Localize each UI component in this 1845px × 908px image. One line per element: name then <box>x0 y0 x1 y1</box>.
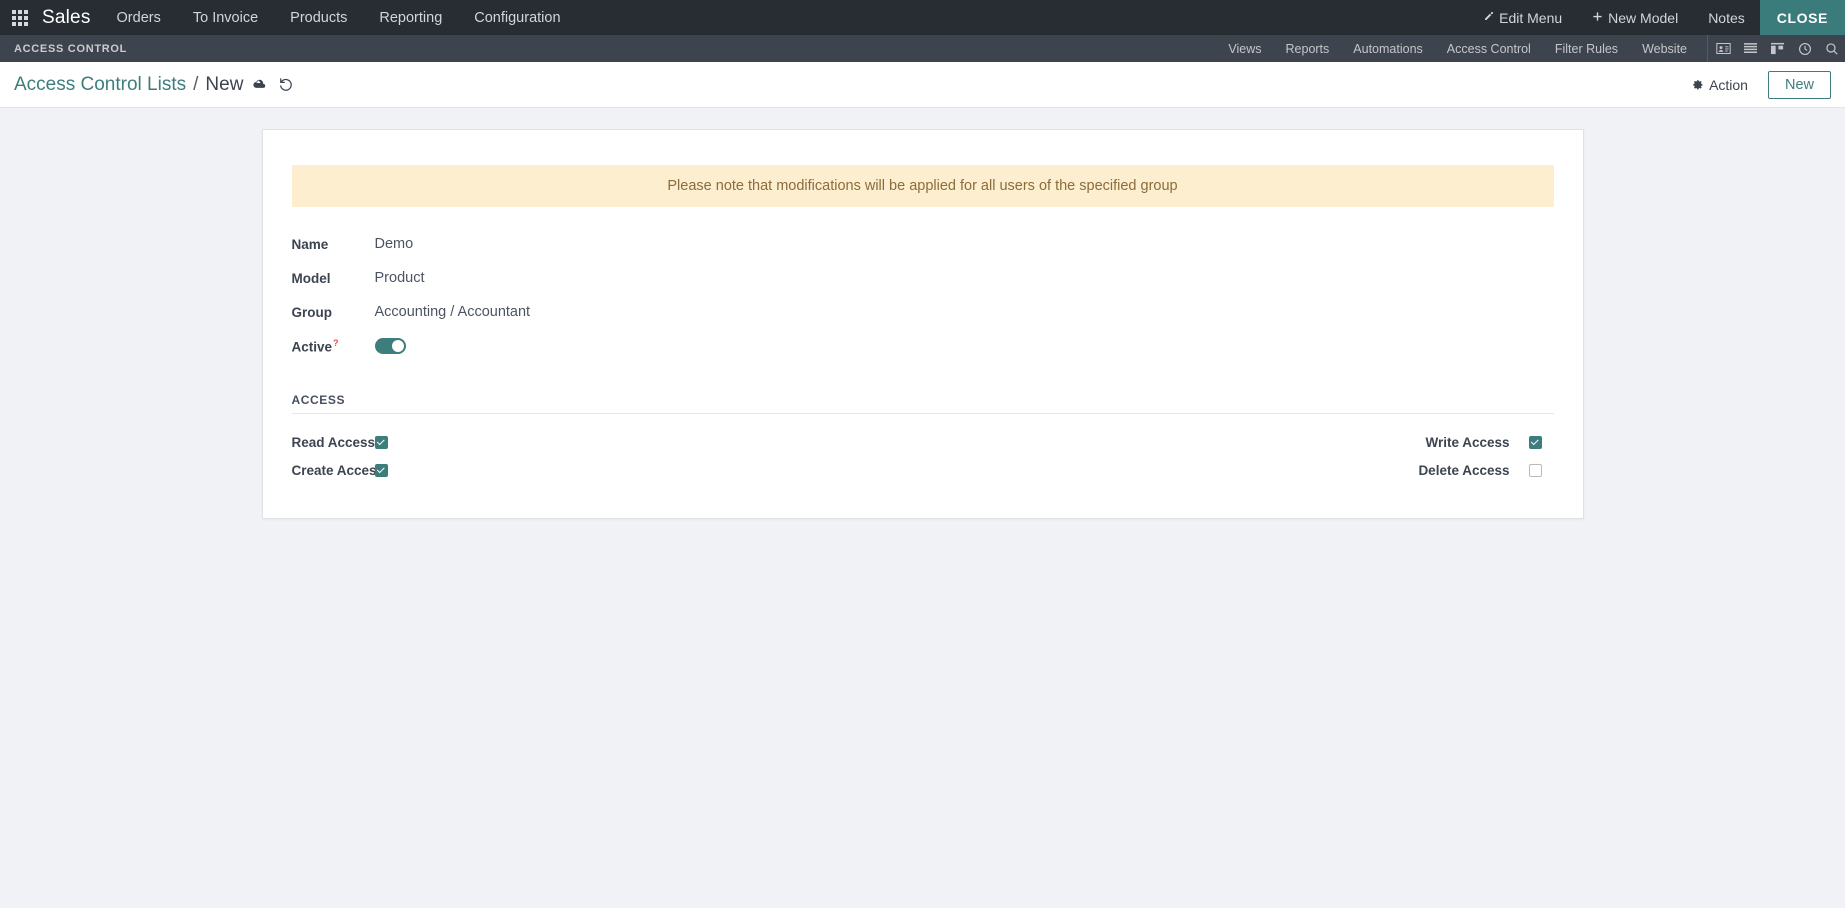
sub-navbar: ACCESS CONTROL Views Reports Automations… <box>0 35 1845 62</box>
breadcrumb-separator: / <box>193 73 199 95</box>
nav-item-configuration[interactable]: Configuration <box>458 0 576 35</box>
nav-item-to-invoice[interactable]: To Invoice <box>177 0 274 35</box>
field-row-read-access: Read Access <box>292 428 923 456</box>
breadcrumb-parent[interactable]: Access Control Lists <box>14 74 186 96</box>
navbar-spacer <box>577 0 1469 35</box>
checkbox-delete-access[interactable] <box>1528 463 1542 477</box>
contact-card-icon[interactable] <box>1710 35 1737 62</box>
field-label-name: Name <box>291 236 329 252</box>
section-title-access: ACCESS <box>291 393 1554 414</box>
field-value-name[interactable]: Demo <box>356 236 414 252</box>
new-model-label: New Model <box>1608 9 1679 26</box>
subnav-item-reports[interactable]: Reports <box>1274 35 1342 62</box>
subnav-item-automations[interactable]: Automations <box>1341 35 1434 62</box>
field-label-model: Model <box>291 270 331 286</box>
breadcrumb: Access Control Lists / New <box>14 74 243 96</box>
field-value-group[interactable]: Accounting / Accountant <box>356 304 531 320</box>
field-label-delete-access: Delete Access <box>1418 462 1510 478</box>
top-navbar: Sales Orders To Invoice Products Reporti… <box>0 0 1845 35</box>
form-sheet: Please note that modifications will be a… <box>261 129 1584 519</box>
field-row-active: Active? <box>292 329 1554 363</box>
access-column-right: Write Access Delete Access <box>923 428 1554 484</box>
breadcrumb-current: New <box>205 73 244 95</box>
activity-clock-icon[interactable] <box>1791 35 1818 62</box>
field-row-write-access: Write Access <box>923 428 1554 456</box>
search-icon[interactable] <box>1818 35 1845 62</box>
field-row-create-access: Create Access <box>292 456 923 484</box>
subbar-icon-group <box>1707 35 1845 62</box>
field-row-group: Group Accounting / Accountant <box>292 295 1554 329</box>
access-columns: Read Access Create Access Write Access D… <box>292 428 1554 484</box>
undo-icon[interactable] <box>273 72 299 98</box>
checkbox-create-access[interactable] <box>374 463 388 477</box>
field-label-group: Group <box>291 304 333 320</box>
nav-item-orders[interactable]: Orders <box>101 0 177 35</box>
apps-grid-icon <box>12 9 28 26</box>
notes-button[interactable]: Notes <box>1693 0 1760 35</box>
pencil-icon <box>1483 11 1494 25</box>
field-row-delete-access: Delete Access <box>923 456 1554 484</box>
notes-label: Notes <box>1708 9 1745 26</box>
new-model-button[interactable]: New Model <box>1577 0 1693 35</box>
edit-menu-label: Edit Menu <box>1499 9 1563 26</box>
active-toggle[interactable] <box>374 338 406 354</box>
field-label-active-text: Active <box>291 339 333 355</box>
brand-title[interactable]: Sales <box>38 0 101 35</box>
plus-icon <box>1592 11 1603 25</box>
subnav-item-filter-rules[interactable]: Filter Rules <box>1543 35 1630 62</box>
list-view-icon[interactable] <box>1737 35 1764 62</box>
cloud-upload-icon[interactable] <box>245 72 271 98</box>
page-body: Please note that modifications will be a… <box>0 108 1845 519</box>
field-row-model: Model Product <box>292 261 1554 295</box>
subbar-spacer <box>141 35 1216 62</box>
close-button[interactable]: CLOSE <box>1759 0 1845 35</box>
field-row-name: Name Demo <box>292 227 1554 261</box>
subnav-item-website[interactable]: Website <box>1630 35 1699 62</box>
subnav-item-access-control[interactable]: Access Control <box>1435 35 1543 62</box>
action-label: Action <box>1709 76 1748 93</box>
help-tooltip-icon[interactable]: ? <box>333 338 339 348</box>
kanban-view-icon[interactable] <box>1764 35 1791 62</box>
nav-item-reporting[interactable]: Reporting <box>363 0 458 35</box>
checkbox-write-access[interactable] <box>1528 435 1542 449</box>
field-label-active: Active? <box>292 338 356 355</box>
info-alert-banner: Please note that modifications will be a… <box>291 165 1554 207</box>
subbar-title: ACCESS CONTROL <box>14 42 128 55</box>
action-button[interactable]: Action <box>1683 73 1756 97</box>
checkbox-read-access[interactable] <box>374 435 388 449</box>
nav-item-products[interactable]: Products <box>274 0 363 35</box>
field-value-model[interactable]: Product <box>356 270 425 286</box>
field-label-write-access: Write Access <box>1425 434 1510 450</box>
field-label-create-access: Create Access <box>291 462 385 478</box>
edit-menu-button[interactable]: Edit Menu <box>1468 0 1577 35</box>
new-record-button[interactable]: New <box>1767 70 1831 99</box>
access-column-left: Read Access Create Access <box>292 428 923 484</box>
control-panel: Access Control Lists / New Action New <box>0 62 1845 108</box>
field-label-read-access: Read Access <box>291 434 376 450</box>
apps-menu-button[interactable] <box>0 0 38 35</box>
subnav-item-views[interactable]: Views <box>1216 35 1273 62</box>
gear-icon <box>1691 77 1704 93</box>
